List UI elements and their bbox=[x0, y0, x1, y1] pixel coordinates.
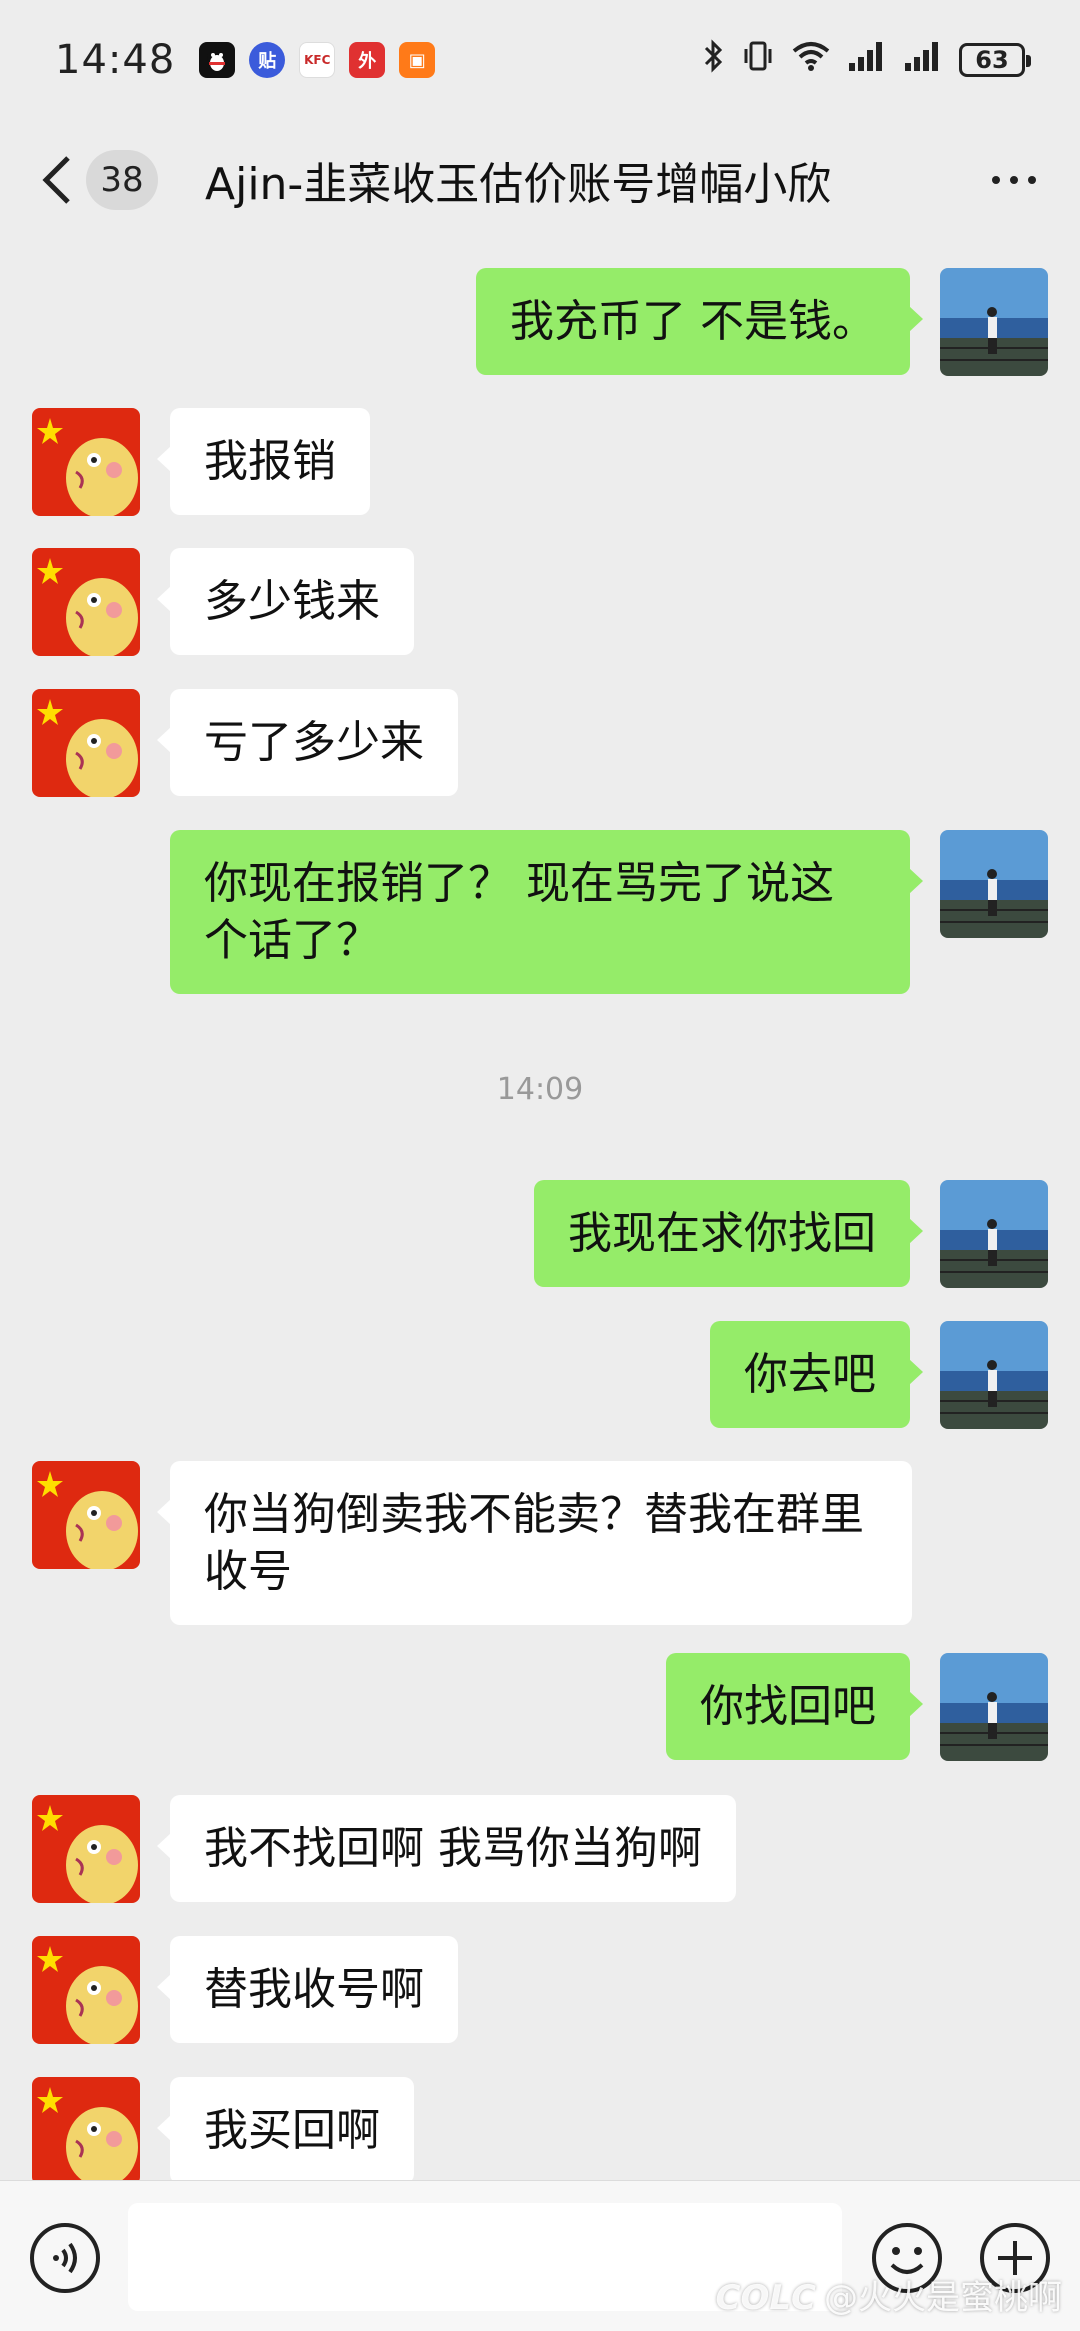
message-row: 我不找回啊 我骂你当狗啊 bbox=[0, 1795, 1080, 1903]
my-avatar[interactable] bbox=[940, 1180, 1048, 1288]
bluetooth-icon bbox=[703, 39, 725, 81]
my-message-bubble[interactable]: 你找回吧 bbox=[666, 1653, 923, 1760]
watermark-logo: COLC bbox=[715, 2278, 816, 2318]
status-time: 14:48 bbox=[55, 37, 176, 83]
message-row: 我买回啊 bbox=[0, 2077, 1080, 2180]
my-message-bubble[interactable]: 你去吧 bbox=[710, 1321, 923, 1428]
flag-chick-avatar-icon bbox=[32, 1461, 140, 1569]
timestamp-divider: 14:09 bbox=[496, 1072, 584, 1107]
seaside-photo-avatar-icon bbox=[940, 268, 1048, 376]
watermark: COLC @火火是蜜桃啊 bbox=[716, 2270, 1062, 2319]
dot-icon bbox=[992, 176, 1000, 184]
message-row: 我现在求你找回 bbox=[0, 1180, 1080, 1288]
flag-chick-avatar-icon bbox=[32, 2077, 140, 2180]
tieba-icon: 贴 bbox=[249, 42, 286, 78]
vibrate-icon bbox=[741, 39, 775, 81]
contact-avatar[interactable] bbox=[32, 408, 140, 516]
flag-chick-avatar-icon bbox=[32, 548, 140, 656]
food-delivery-icon: 外 bbox=[349, 42, 386, 78]
notification-icons: 贴 KFC 外 ▣ bbox=[199, 42, 436, 78]
my-avatar[interactable] bbox=[940, 1653, 1048, 1761]
seaside-photo-avatar-icon bbox=[940, 1180, 1048, 1288]
my-message-bubble[interactable]: 你现在报销了？ 现在骂完了说这个话了？ bbox=[170, 830, 923, 994]
my-message-bubble[interactable]: 我现在求你找回 bbox=[534, 1180, 923, 1287]
battery-indicator: 63 bbox=[959, 43, 1031, 77]
more-options-button[interactable] bbox=[984, 160, 1044, 200]
dot-icon bbox=[1028, 176, 1036, 184]
contact-avatar[interactable] bbox=[32, 1461, 140, 1569]
chevron-left-icon bbox=[42, 156, 70, 204]
contact-message-bubble[interactable]: 我不找回啊 我骂你当狗啊 bbox=[157, 1795, 736, 1902]
signal-icon-2 bbox=[903, 39, 943, 81]
message-row: 你当狗倒卖我不能卖？替我在群里收号 bbox=[0, 1461, 1080, 1625]
status-bar: 14:48 贴 KFC 外 ▣ 63 bbox=[0, 0, 1080, 120]
seaside-photo-avatar-icon bbox=[940, 1321, 1048, 1429]
flag-chick-avatar-icon bbox=[32, 689, 140, 797]
contact-avatar[interactable] bbox=[32, 689, 140, 797]
contact-avatar[interactable] bbox=[32, 2077, 140, 2180]
my-message-bubble[interactable]: 我充币了 不是钱。 bbox=[476, 268, 923, 375]
message-row: 多少钱来 bbox=[0, 548, 1080, 656]
contact-avatar[interactable] bbox=[32, 1795, 140, 1903]
wifi-icon bbox=[791, 39, 831, 81]
voice-icon bbox=[30, 2223, 100, 2293]
flag-chick-avatar-icon bbox=[32, 1795, 140, 1903]
message-row: 你找回吧 bbox=[0, 1653, 1080, 1761]
chat-title: Ajin-韭菜收玉估价账号增幅小欣 bbox=[205, 159, 832, 210]
my-avatar[interactable] bbox=[940, 830, 1048, 938]
flag-chick-avatar-icon bbox=[32, 408, 140, 516]
kfc-icon: KFC bbox=[299, 42, 336, 78]
seaside-photo-avatar-icon bbox=[940, 1653, 1048, 1761]
contact-message-bubble[interactable]: 你当狗倒卖我不能卖？替我在群里收号 bbox=[157, 1461, 912, 1625]
message-row: 我充币了 不是钱。 bbox=[0, 268, 1080, 376]
contact-message-bubble[interactable]: 替我收号啊 bbox=[157, 1936, 458, 2043]
voice-input-button[interactable] bbox=[28, 2221, 102, 2295]
contact-message-bubble[interactable]: 我买回啊 bbox=[157, 2077, 414, 2180]
message-row: 亏了多少来 bbox=[0, 689, 1080, 797]
message-row: 我报销 bbox=[0, 408, 1080, 516]
contact-avatar[interactable] bbox=[32, 548, 140, 656]
unread-count-badge[interactable]: 38 bbox=[86, 150, 158, 210]
system-indicators: 63 bbox=[703, 39, 1031, 81]
back-button[interactable] bbox=[38, 152, 78, 208]
message-row: 你去吧 bbox=[0, 1321, 1080, 1429]
message-row: 替我收号啊 bbox=[0, 1936, 1080, 2044]
contact-message-bubble[interactable]: 我报销 bbox=[157, 408, 370, 515]
flag-chick-avatar-icon bbox=[32, 1936, 140, 2044]
signal-icon-1 bbox=[847, 39, 887, 81]
message-row: 你现在报销了？ 现在骂完了说这个话了？ bbox=[0, 830, 1080, 994]
seaside-photo-avatar-icon bbox=[940, 830, 1048, 938]
message-list[interactable]: 我充币了 不是钱。 我报销 多少钱来 亏了多少来 你现在报销了？ 现在骂完了说这… bbox=[0, 240, 1080, 2180]
my-avatar[interactable] bbox=[940, 268, 1048, 376]
contact-avatar[interactable] bbox=[32, 1936, 140, 2044]
orange-app-icon: ▣ bbox=[399, 42, 436, 78]
input-bar: COLC @火火是蜜桃啊 bbox=[0, 2180, 1080, 2331]
dot-icon bbox=[1010, 176, 1018, 184]
qq-icon bbox=[199, 42, 236, 78]
my-avatar[interactable] bbox=[940, 1321, 1048, 1429]
chat-header: 38 Ajin-韭菜收玉估价账号增幅小欣 bbox=[0, 120, 1080, 240]
contact-message-bubble[interactable]: 多少钱来 bbox=[157, 548, 414, 655]
watermark-text: @火火是蜜桃啊 bbox=[824, 2278, 1062, 2318]
contact-message-bubble[interactable]: 亏了多少来 bbox=[157, 689, 458, 796]
